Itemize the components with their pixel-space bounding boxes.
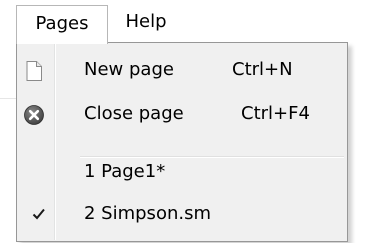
screen: Pages Help New page Ctrl+N Close page Ct… xyxy=(0,0,369,243)
menu-item-shortcut: Ctrl+N xyxy=(232,59,293,80)
menu-item-label: Close page xyxy=(84,103,184,124)
close-page-icon xyxy=(23,104,45,126)
menu-pages[interactable]: Pages xyxy=(16,5,108,44)
menu-item-label: New page xyxy=(84,59,174,80)
menu-item-shortcut: Ctrl+F4 xyxy=(241,103,310,124)
background-divider xyxy=(0,98,16,99)
menu-item-label: 1 Page1* xyxy=(84,161,166,182)
menu-item-label: 2 Simpson.sm xyxy=(84,203,211,224)
menu-item-simpson[interactable]: 2 Simpson.sm xyxy=(17,195,347,233)
pages-dropdown-menu: New page Ctrl+N Close page Ctrl+F4 1 Pag… xyxy=(16,42,348,242)
menu-item-page1[interactable]: 1 Page1* xyxy=(17,153,347,191)
menu-bar: Pages Help xyxy=(0,0,369,44)
checkmark-icon xyxy=(31,206,47,222)
menu-help[interactable]: Help xyxy=(108,6,184,38)
new-page-icon xyxy=(23,60,45,82)
menu-item-new-page[interactable]: New page Ctrl+N xyxy=(17,51,347,89)
menu-item-close-page[interactable]: Close page Ctrl+F4 xyxy=(17,95,347,133)
